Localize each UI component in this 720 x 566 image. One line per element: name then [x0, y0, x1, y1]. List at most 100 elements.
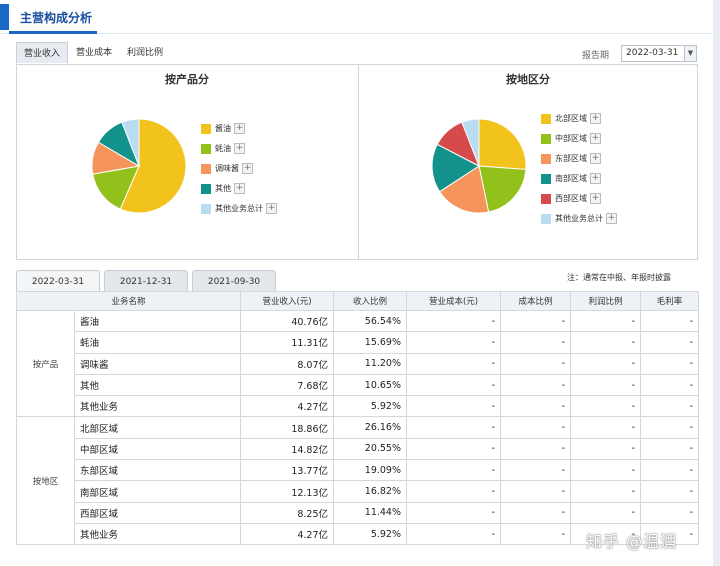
period-label: 报告期	[582, 51, 610, 61]
value-cell: -	[500, 309, 572, 333]
business-name-cell: 蚝油	[73, 331, 242, 354]
value-cell: -	[500, 501, 572, 524]
value-cell: 40.76亿	[240, 309, 335, 333]
value-cell: -	[570, 480, 642, 503]
value-cell: -	[406, 395, 502, 418]
value-cell: 7.68亿	[240, 373, 335, 397]
business-name-cell: 其他业务	[73, 522, 242, 546]
value-cell: -	[640, 395, 700, 418]
legend-label: 调味酱	[215, 164, 239, 173]
legend-item: 东部区域 +	[541, 153, 617, 173]
value-cell: 26.16%	[333, 416, 408, 439]
legend-label: 其他	[215, 184, 231, 193]
value-cell: -	[406, 352, 502, 375]
col-header: 营业成本(元)	[406, 291, 502, 311]
legend-swatch	[541, 153, 551, 164]
value-cell: -	[500, 522, 572, 546]
value-cell: -	[406, 522, 502, 546]
value-cell: -	[570, 352, 642, 375]
value-cell: 11.20%	[333, 352, 408, 375]
plus-icon[interactable]: +	[590, 113, 601, 124]
legend-label: 中部区域	[555, 134, 587, 143]
title-underline	[9, 31, 97, 34]
legend-item: 其他业务总计 +	[201, 203, 277, 223]
value-cell: 14.82亿	[240, 437, 335, 461]
value-cell: -	[640, 309, 700, 333]
disclosure-note: 注：通常在中报、年报时披露	[567, 273, 671, 282]
value-cell: -	[570, 437, 642, 461]
value-cell: -	[570, 395, 642, 418]
tab-date-1[interactable]: 2022-03-31	[16, 270, 100, 292]
period-select[interactable]: 2022-03-31 ▼	[621, 45, 697, 62]
table-row: 其他业务 4.27亿 5.92% - - - -	[17, 395, 700, 418]
value-cell: -	[406, 437, 502, 461]
legend-swatch	[201, 163, 211, 174]
table-row: 中部区域 14.82亿 20.55% - - - -	[17, 437, 700, 461]
business-name-cell: 中部区域	[73, 437, 242, 461]
plus-icon[interactable]: +	[590, 133, 601, 144]
business-name-cell: 南部区域	[73, 480, 242, 503]
plus-icon[interactable]: +	[234, 123, 245, 134]
legend-item: 北部区域 +	[541, 113, 617, 133]
value-cell: -	[500, 331, 572, 354]
table-row: 调味酱 8.07亿 11.20% - - - -	[17, 352, 700, 375]
value-cell: -	[570, 459, 642, 482]
tab-date-3[interactable]: 2021-09-30	[192, 270, 276, 292]
business-name-cell: 调味酱	[73, 352, 242, 375]
value-cell: -	[406, 331, 502, 354]
value-cell: -	[500, 437, 572, 461]
header-accent	[0, 4, 9, 30]
legend-swatch	[201, 183, 211, 194]
value-cell: -	[406, 459, 502, 482]
legend-swatch	[541, 133, 551, 144]
watermark: 知乎 @温酒	[586, 532, 678, 551]
legend-label: 西部区域	[555, 194, 587, 203]
value-cell: -	[406, 309, 502, 333]
table-row: 南部区域 12.13亿 16.82% - - - -	[17, 480, 700, 503]
plus-icon[interactable]: +	[590, 153, 601, 164]
tab-cost[interactable]: 营业成本	[69, 42, 121, 64]
value-cell: 18.86亿	[240, 416, 335, 439]
chevron-down-icon[interactable]: ▼	[684, 46, 696, 61]
chart-panels: 按产品分 按地区分 酱油 + 蚝油 + 调味酱 + 其他 + 其他业务总计 + 北部区域 +…	[16, 64, 698, 260]
col-header: 成本比例	[500, 291, 572, 311]
tab-date-2[interactable]: 2021-12-31	[104, 270, 188, 292]
legend-item: 西部区域 +	[541, 193, 617, 213]
table-row: 其他 7.68亿 10.65% - - - -	[17, 373, 700, 397]
value-cell: -	[406, 480, 502, 503]
value-cell: -	[570, 373, 642, 397]
legend-swatch	[541, 173, 551, 184]
legend-item: 南部区域 +	[541, 173, 617, 193]
value-cell: -	[406, 373, 502, 397]
plus-icon[interactable]: +	[234, 183, 245, 194]
legend-label: 南部区域	[555, 174, 587, 183]
product-legend: 酱油 + 蚝油 + 调味酱 + 其他 + 其他业务总计 +	[201, 123, 277, 223]
business-name-cell: 其他业务	[73, 395, 242, 418]
tab-revenue[interactable]: 营业收入	[16, 42, 68, 64]
pie-slice[interactable]	[478, 118, 527, 170]
col-header: 业务名称	[15, 291, 242, 311]
value-cell: 20.55%	[333, 437, 408, 461]
legend-swatch	[541, 113, 551, 124]
right-scroll-gutter	[713, 0, 720, 566]
business-name-cell: 东部区域	[73, 459, 242, 482]
plus-icon[interactable]: +	[234, 143, 245, 154]
value-cell: -	[570, 501, 642, 524]
value-cell: -	[640, 437, 700, 461]
plus-icon[interactable]: +	[606, 213, 617, 224]
group-label: 按产品	[16, 309, 75, 418]
value-cell: -	[640, 480, 700, 503]
value-cell: 19.09%	[333, 459, 408, 482]
value-cell: 5.92%	[333, 395, 408, 418]
plus-icon[interactable]: +	[590, 173, 601, 184]
legend-swatch	[541, 193, 551, 204]
tab-profit-ratio[interactable]: 利润比例	[120, 42, 172, 64]
business-table: 业务名称 营业收入(元) 收入比例 营业成本(元) 成本比例 利润比例 毛利率 …	[15, 291, 700, 546]
value-cell: 13.77亿	[240, 459, 335, 482]
value-cell: -	[500, 373, 572, 397]
plus-icon[interactable]: +	[590, 193, 601, 204]
plus-icon[interactable]: +	[242, 163, 253, 174]
value-cell: 8.25亿	[240, 501, 335, 524]
plus-icon[interactable]: +	[266, 203, 277, 214]
legend-item: 蚝油 +	[201, 143, 277, 163]
